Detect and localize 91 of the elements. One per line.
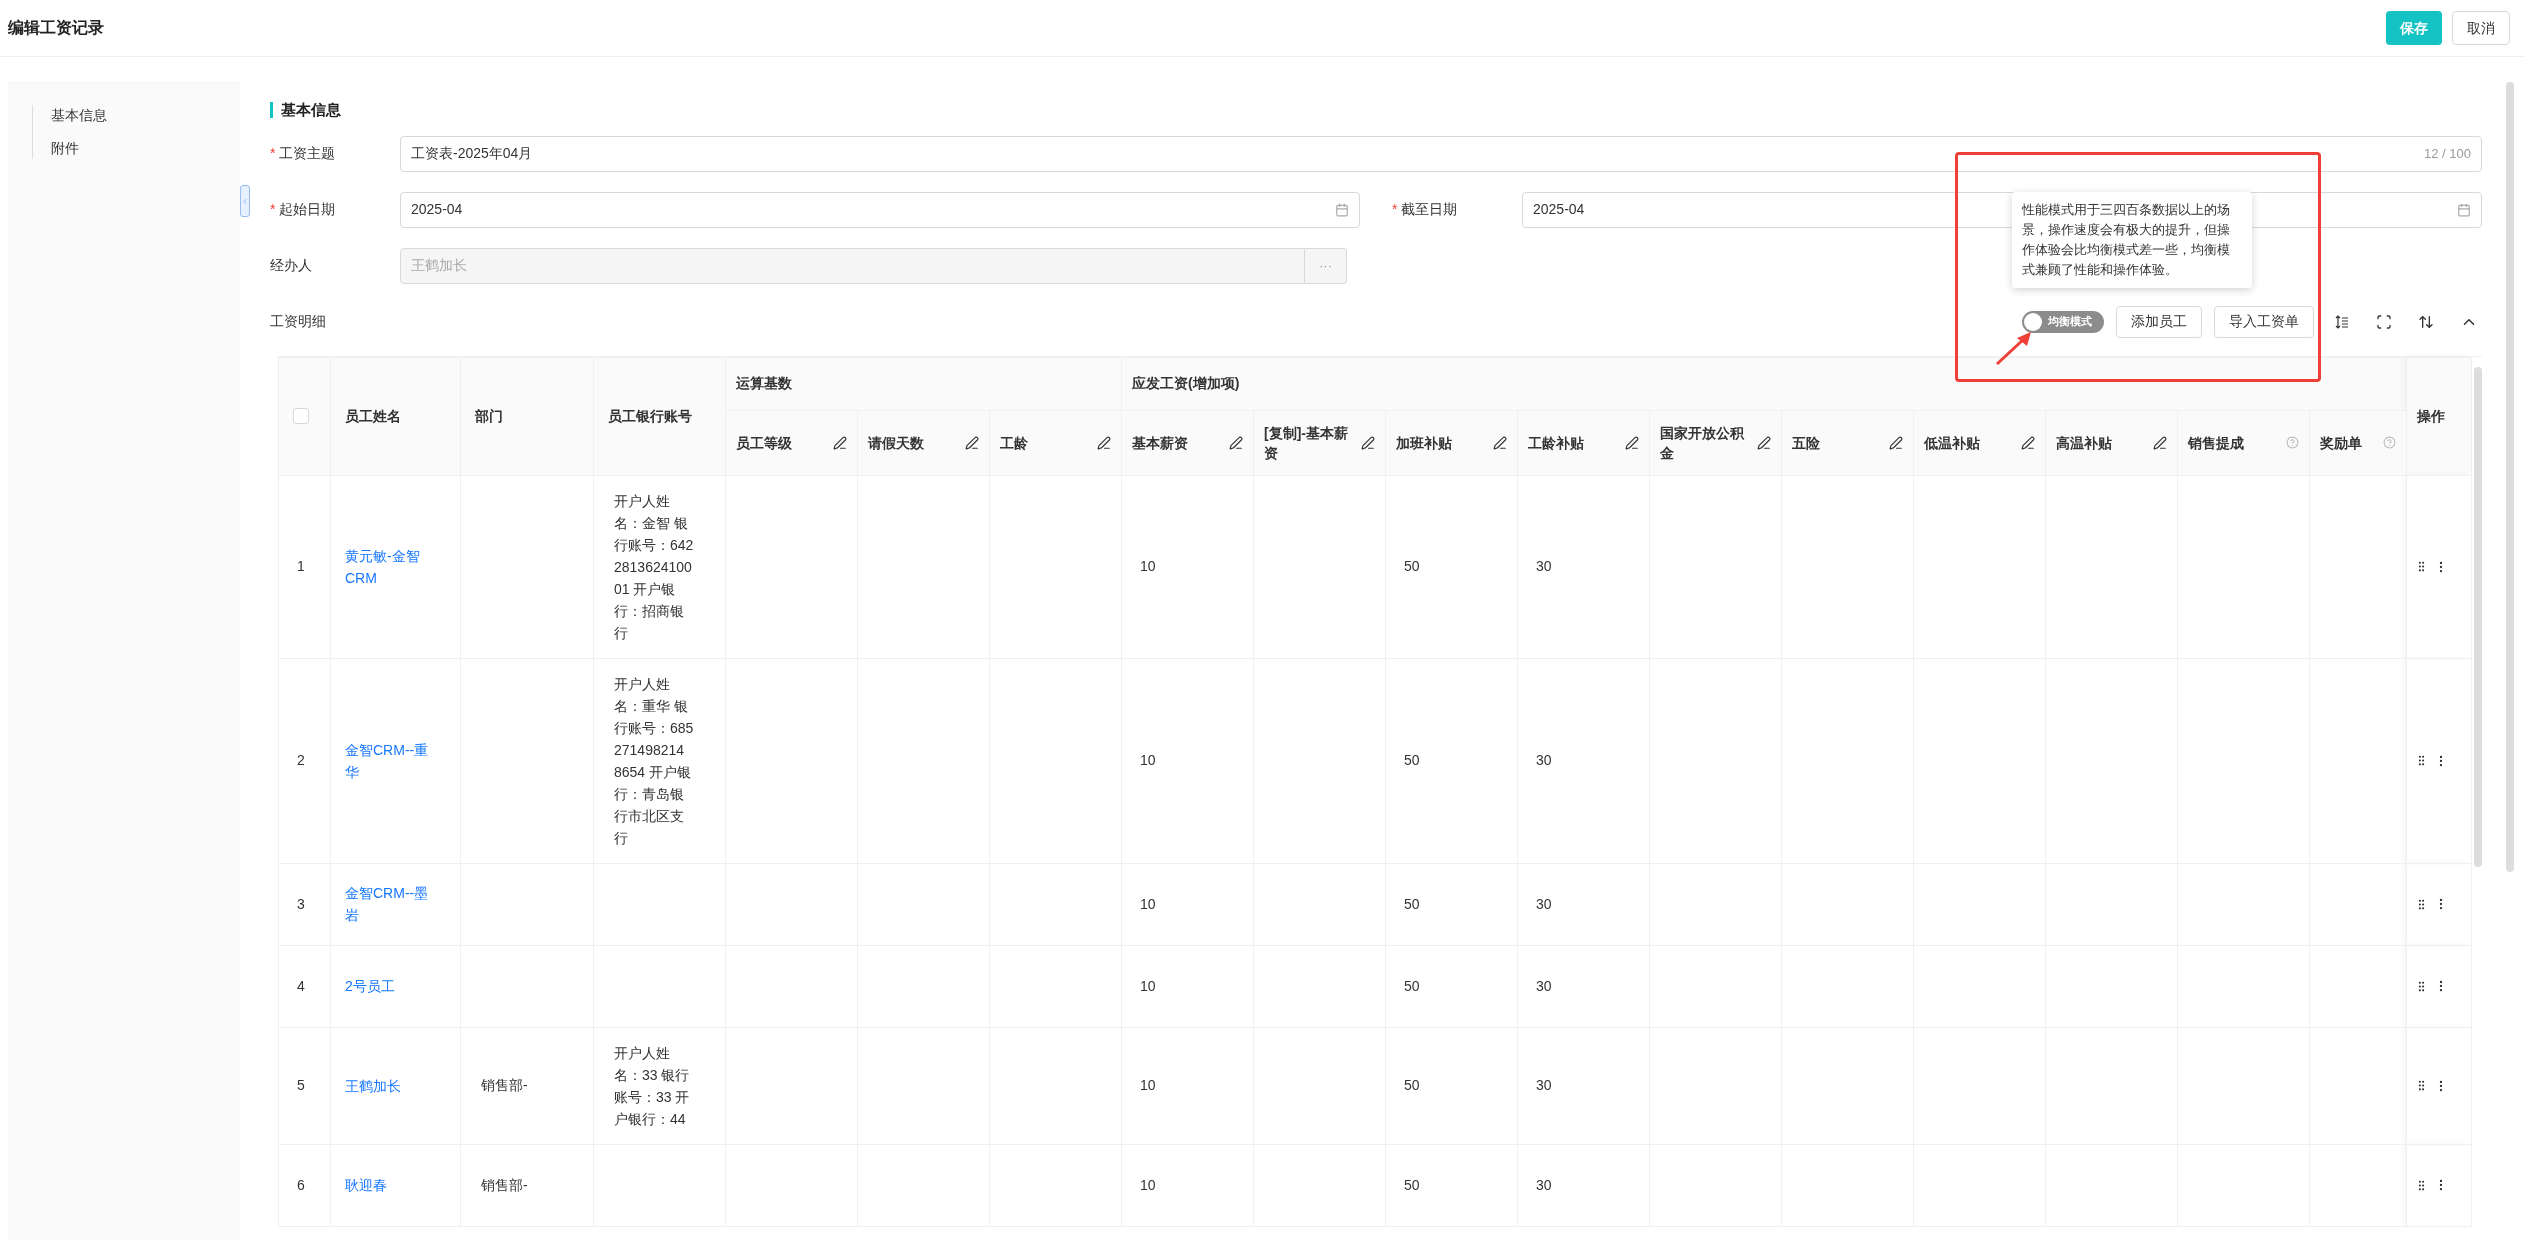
column-header: 部门 (475, 407, 503, 424)
edit-icon[interactable] (1361, 435, 1376, 450)
table-cell: 50 (1404, 1176, 1420, 1193)
table-cell: 30 (1536, 558, 1552, 574)
row-number: 5 (297, 1077, 305, 1093)
select-all-checkbox[interactable] (293, 408, 309, 424)
table-cell: 30 (1536, 977, 1552, 994)
edit-icon[interactable] (1625, 435, 1640, 450)
column-header: 员工姓名 (345, 407, 401, 424)
group-header: 应发工资(增加项) (1132, 375, 1240, 391)
column-header: 国家开放公积金 (1660, 423, 1746, 463)
row-number: 6 (297, 1176, 305, 1193)
table-cell: 50 (1404, 752, 1420, 768)
table-cell: 50 (1404, 895, 1420, 912)
row-number: 3 (297, 895, 305, 912)
table-cell: 10 (1140, 1176, 1156, 1193)
row-number: 2 (297, 752, 305, 768)
column-header: 高温补贴 (2056, 433, 2113, 453)
column-header: 销售提成 (2188, 433, 2245, 453)
column-header: 加班补贴 (1396, 433, 1453, 453)
edit-icon[interactable] (1097, 435, 1112, 450)
section-title: 基本信息 (281, 100, 341, 120)
table-cell: 30 (1536, 1077, 1552, 1093)
cancel-button[interactable]: 取消 (2452, 11, 2510, 45)
page-title: 编辑工资记录 (8, 18, 104, 38)
calendar-icon (1335, 202, 1349, 217)
toolbar-button[interactable]: 导入工资单 (2214, 305, 2314, 338)
tooltip: 性能模式用于三四百条数据以上的场景，操作速度会有极大的提升，但操作体验会比均衡模式差一些，均衡模式兼顾了性能和操作体验。 (2012, 192, 2252, 288)
employee-link[interactable]: 耿迎春 (345, 1174, 437, 1196)
column-header: 工龄 (1000, 433, 1028, 453)
column-header: 基本薪资 (1132, 433, 1189, 453)
column-header: 请假天数 (868, 433, 924, 453)
bank-account-text: 开户人姓名：重华 银行账号：685271498214 8654 开户银行：青岛银行市北区支行 (614, 674, 694, 848)
employee-link[interactable]: 王鹤加长 (345, 1074, 437, 1097)
table-cell: 10 (1140, 895, 1156, 912)
group-header: 运算基数 (736, 375, 792, 391)
sidebar-item[interactable]: 基本信息 (51, 105, 240, 126)
row-height-icon[interactable] (2334, 313, 2350, 330)
table-cell: 10 (1140, 1077, 1156, 1093)
column-header: 低温补贴 (1924, 433, 1981, 453)
edit-icon[interactable] (1493, 435, 1508, 450)
edit-icon[interactable] (833, 435, 847, 450)
employee-link[interactable]: 2号员工 (345, 975, 437, 997)
column-header: 工龄补贴 (1528, 433, 1585, 453)
edit-icon[interactable] (1229, 435, 1244, 450)
edit-icon[interactable] (2021, 435, 2036, 450)
table-cell: 50 (1404, 1077, 1420, 1093)
table-cell: 30 (1536, 895, 1552, 912)
mode-toggle[interactable]: 均衡模式 (2022, 310, 2104, 333)
column-header: 奖励单 (2320, 433, 2363, 453)
table-cell: 50 (1404, 558, 1420, 574)
toolbar-button[interactable]: 添加员工 (2116, 305, 2202, 338)
table-cell: 30 (1536, 752, 1552, 768)
edit-icon[interactable] (965, 435, 979, 450)
section-label: 工资明细 (270, 312, 326, 331)
field-label: 经办人 (270, 256, 313, 275)
edit-icon[interactable] (2153, 435, 2168, 450)
table-cell: 10 (1140, 752, 1156, 768)
scrollbar[interactable] (2506, 82, 2514, 872)
bank-account-text: 开户人姓名：金智 银行账号：642281362410001 开户银行：招商银行 (614, 491, 694, 643)
edit-icon[interactable] (1757, 435, 1772, 450)
table-cell: 10 (1140, 558, 1156, 574)
row-number: 1 (297, 558, 305, 574)
scrollbar[interactable] (2474, 366, 2482, 867)
edit-icon[interactable] (1889, 435, 1904, 450)
field-label: * 截至日期 (1392, 200, 1459, 219)
column-header: [复制]-基本薪资 (1264, 423, 1350, 463)
department-text: 销售部- (481, 1077, 528, 1093)
table-cell: 50 (1404, 977, 1420, 994)
row-number: 4 (297, 977, 305, 994)
sidebar-item[interactable]: 附件 (51, 138, 240, 159)
employee-link[interactable]: 金智CRM--重华 (345, 738, 437, 783)
department-text: 销售部- (481, 1176, 528, 1193)
employee-link[interactable]: 黄元敏-金智CRM (345, 544, 437, 589)
table-cell: 30 (1536, 1176, 1552, 1193)
sort-icon[interactable] (2418, 313, 2434, 330)
save-button[interactable]: 保存 (2386, 11, 2442, 45)
column-header: 操作 (2417, 407, 2446, 424)
table-cell: 10 (1140, 977, 1156, 994)
calendar-icon (2457, 202, 2471, 217)
date-field[interactable]: 2025-04 (400, 191, 1360, 228)
input-field[interactable]: 工资表-2025年04月 12 / 100 (400, 135, 2482, 172)
field-label: * 起始日期 (270, 200, 337, 219)
column-header: 员工等级 (736, 433, 792, 453)
collapse-handle[interactable] (240, 185, 250, 217)
chevron-left-icon (241, 196, 249, 206)
column-header: 五险 (1792, 433, 1821, 453)
column-header: 员工银行账号 (608, 407, 692, 424)
fullscreen-icon[interactable] (2376, 313, 2392, 330)
field-label: * 工资主题 (270, 144, 337, 163)
bank-account-text: 开户人姓名：33 银行账号：33 开户银行：44 (614, 1043, 691, 1129)
